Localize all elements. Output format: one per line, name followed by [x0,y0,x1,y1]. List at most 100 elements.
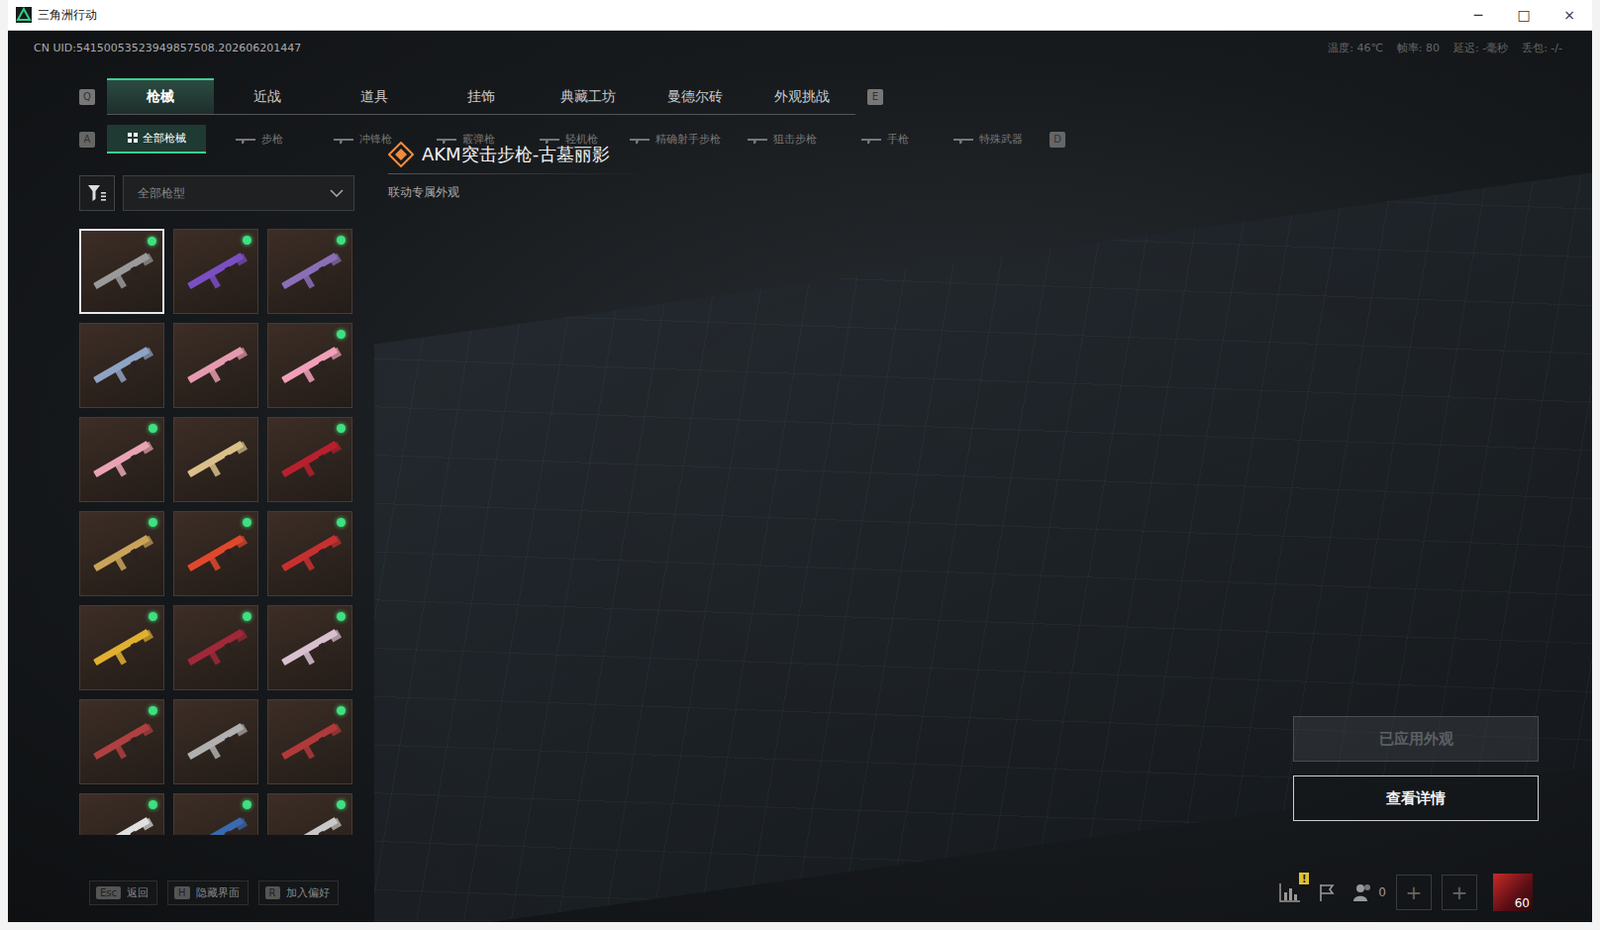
weapon-icon [181,624,251,671]
chevron-down-icon [329,189,344,198]
people-icon [1352,882,1375,902]
skin-thumbnail[interactable] [173,699,259,785]
player-level: 60 [1514,896,1533,911]
skin-thumbnail[interactable] [267,699,353,785]
weapon-icon [275,248,345,295]
stats-button[interactable]: ! [1279,882,1301,902]
window-control[interactable]: ─ [1455,0,1501,30]
sub-tab[interactable]: 手枪 [835,124,935,154]
gun-icon [436,135,459,144]
key-hint-button[interactable]: H隐藏界面 [167,880,249,905]
app-logo-icon [15,6,32,23]
skin-title: AKM突击步枪-古墓丽影 [421,142,610,167]
main-tab[interactable]: 外观挑战 [748,78,856,114]
window-title: 三角洲行动 [37,6,98,24]
weapon-icon [181,342,251,389]
uid-label: CN UID:54150053523949857508.202606201447 [33,41,301,55]
skin-thumbnail[interactable] [173,604,259,691]
team-slot[interactable]: + [1441,874,1478,910]
flag-button[interactable] [1316,882,1337,902]
team-slot[interactable]: + [1396,874,1432,910]
key-hint[interactable]: Q [79,89,96,105]
filter-button[interactable] [79,175,115,211]
sub-tab[interactable]: 步枪 [209,124,309,154]
skin-thumbnail[interactable] [79,510,165,597]
game-view: CN UID:54150053523949857508.202606201447… [7,30,1593,922]
equipped-dot [242,611,252,621]
sub-tab[interactable]: 狙击步枪 [732,124,832,154]
action-button[interactable]: 查看详情 [1293,775,1539,821]
skin-thumbnail[interactable] [173,322,259,408]
gun-icon [629,135,652,144]
key-hint[interactable]: D [1049,131,1066,148]
skin-thumbnail[interactable] [267,604,353,691]
weapon-type-dropdown[interactable]: 全部枪型 [122,175,355,211]
window-control[interactable]: × [1546,0,1593,30]
sub-tab[interactable]: 全部枪械 [106,124,206,154]
sub-tabs: A 全部枪械 步枪 冲锋枪 霰弹枪 轻机枪 精确射手步枪 狙击步枪 手枪 特殊武… [79,124,1593,154]
weapon-icon [275,436,345,483]
key-hint[interactable]: A [79,131,96,148]
skin-thumbnail[interactable] [267,416,353,502]
skin-grid [79,228,353,835]
skin-thumbnail[interactable] [267,322,353,408]
key-hint-button[interactable]: Esc返回 [89,880,158,905]
bar-chart-icon [1279,882,1301,902]
skin-thumbnail[interactable] [79,228,165,314]
weapon-icon [275,342,345,389]
key-cap: R [265,886,281,900]
weapon-icon [275,624,345,671]
main-tab[interactable]: 枪械 [106,78,214,114]
main-tab[interactable]: 曼德尔砖 [641,78,749,114]
filter-icon [87,184,107,202]
key-cap: H [174,886,191,900]
main-tab[interactable]: 挂饰 [427,78,535,114]
key-hint-button[interactable]: R加入偏好 [258,880,339,905]
equipped-dot [336,705,346,715]
skin-thumbnail[interactable] [173,510,259,597]
gun-icon [953,135,976,144]
main-tab[interactable]: 道具 [320,78,428,114]
stat-text: 延迟: -毫秒 [1453,40,1508,56]
gun-icon [539,135,562,144]
skin-thumbnail[interactable] [173,228,259,314]
weapon-icon [181,718,251,765]
friends-count: 0 [1378,885,1387,900]
equipped-dot [336,800,346,809]
friends-button[interactable]: 0 [1352,882,1387,902]
skin-thumbnail[interactable] [267,228,353,314]
skin-thumbnail[interactable] [79,322,165,408]
skin-thumbnail[interactable] [173,416,259,502]
sub-tab[interactable]: 冲锋枪 [312,124,412,154]
screen: 三角洲行动─□×CN UID:54150053523949857508.2026… [0,0,1600,930]
key-cap: Esc [96,886,121,900]
gun-icon [333,135,356,144]
skin-thumbnail[interactable] [79,793,165,835]
window-control[interactable]: □ [1500,0,1547,30]
skin-thumbnail[interactable] [173,793,259,835]
weapon-icon [87,342,157,389]
skin-thumbnail[interactable] [79,416,165,502]
stats: 温度: 46℃帧率: 80延迟: -毫秒丢包: -/- [1327,40,1563,56]
weapon-icon [87,812,157,835]
weapon-icon [275,530,345,577]
skin-thumbnail[interactable] [79,604,165,691]
main-tab[interactable]: 典藏工坊 [534,78,642,114]
equipped-dot [147,236,157,246]
main-tab[interactable]: 近战 [213,78,321,114]
stat-text: 温度: 46℃ [1327,40,1384,56]
skin-thumbnail[interactable] [267,510,353,597]
sub-tab[interactable]: 精确射手步枪 [621,124,729,154]
key-hint[interactable]: E [867,89,884,105]
skin-thumbnail[interactable] [267,793,353,835]
sub-tab[interactable]: 特殊武器 [938,124,1038,154]
weapon-icon [275,812,345,835]
skin-thumbnail[interactable] [79,699,165,785]
stat-text: 帧率: 80 [1397,40,1440,56]
equipped-dot [148,800,158,809]
player-avatar[interactable]: 60 [1493,873,1533,911]
alert-badge: ! [1299,872,1309,885]
skin-subtitle: 联动专属外观 [388,184,1539,201]
equipped-dot [148,517,158,527]
weapon-icon [181,248,251,295]
